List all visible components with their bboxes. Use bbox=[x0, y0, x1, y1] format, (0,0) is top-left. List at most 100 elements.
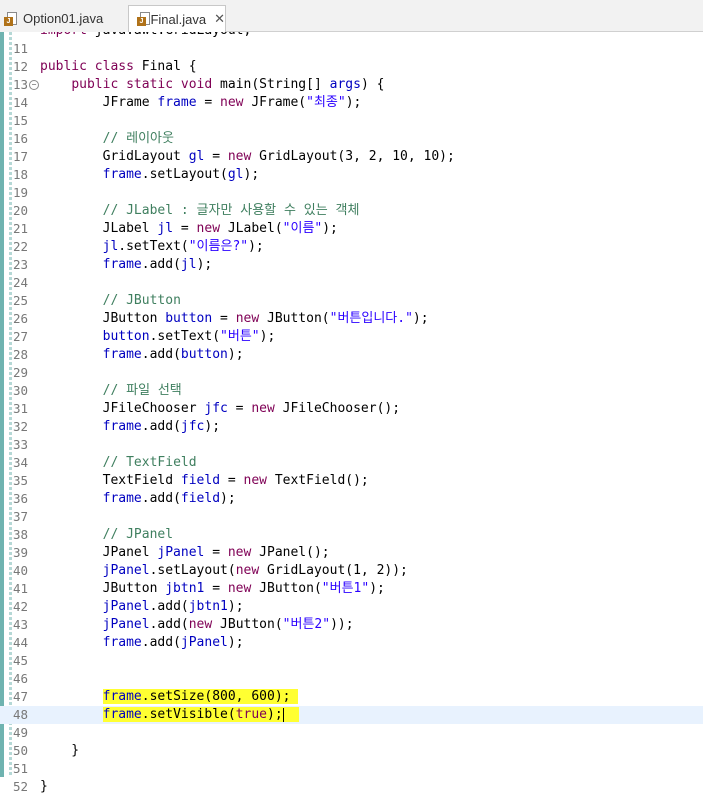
code-line[interactable]: 33 bbox=[0, 436, 703, 454]
code-line[interactable]: 36 frame.add(field); bbox=[0, 490, 703, 508]
line-number: 47 bbox=[13, 689, 29, 704]
code-line[interactable]: 39 JPanel jPanel = new JPanel(); bbox=[0, 544, 703, 562]
code-line[interactable]: 21 JLabel jl = new JLabel("이름"); bbox=[0, 220, 703, 238]
code-line[interactable]: 49 bbox=[0, 724, 703, 742]
line-number: 25 bbox=[13, 293, 29, 308]
code-line[interactable]: 41 JButton jbtn1 = new JButton("버튼1"); bbox=[0, 580, 703, 598]
code-line[interactable]: 27 button.setText("버튼"); bbox=[0, 328, 703, 346]
code-text: frame.add(button); bbox=[102, 347, 244, 362]
code-text: JButton jbtn1 = new JButton("버튼1"); bbox=[40, 581, 385, 596]
code-line[interactable]: 23 frame.add(jl); bbox=[0, 256, 703, 274]
line-number: 16 bbox=[13, 131, 29, 146]
code-text: jPanel.setLayout(new GridLayout(1, 2)); bbox=[102, 563, 408, 578]
tab-label: Option01.java bbox=[23, 11, 104, 26]
line-number: 50 bbox=[13, 743, 29, 758]
line-number: 19 bbox=[13, 185, 29, 200]
code-line[interactable]: 29 bbox=[0, 364, 703, 382]
code-line[interactable]: 24 bbox=[0, 274, 703, 292]
code-line[interactable]: 20 // JLabel : 글자만 사용할 수 있는 객체 bbox=[0, 202, 703, 220]
line-number: 39 bbox=[13, 545, 29, 560]
code-line[interactable]: 13− public static void main(String[] arg… bbox=[0, 76, 703, 94]
code-line[interactable]: 22 jl.setText("이름은?"); bbox=[0, 238, 703, 256]
code-text: // JPanel bbox=[102, 527, 174, 542]
code-line[interactable]: 38 // JPanel bbox=[0, 526, 703, 544]
code-line[interactable]: 40 jPanel.setLayout(new GridLayout(1, 2)… bbox=[0, 562, 703, 580]
line-number: 21 bbox=[13, 221, 29, 236]
line-number: 12 bbox=[13, 59, 29, 74]
code-line[interactable]: 35 TextField field = new TextField(); bbox=[0, 472, 703, 490]
code-text: JFrame frame = new JFrame("최종"); bbox=[40, 95, 362, 110]
code-text: frame.add(field); bbox=[102, 491, 236, 506]
line-number: 29 bbox=[13, 365, 29, 380]
code-text: frame.add(jl); bbox=[102, 257, 213, 272]
code-line[interactable]: 51 bbox=[0, 760, 703, 778]
tab-final-java[interactable]: J Final.java ✕ bbox=[128, 5, 226, 32]
code-text: JLabel jl = new JLabel("이름"); bbox=[40, 221, 338, 236]
tab-label: Final.java bbox=[150, 11, 207, 27]
line-number: 52 bbox=[13, 779, 29, 794]
line-number: 28 bbox=[13, 347, 29, 362]
code-editor[interactable]: import java.awt.GridLayout; 11 12 public cl… bbox=[0, 32, 703, 804]
line-number: 23 bbox=[13, 257, 29, 272]
code-text: // JLabel : 글자만 사용할 수 있는 객체 bbox=[102, 203, 360, 218]
line-number: 20 bbox=[13, 203, 29, 218]
code-text: JButton button = new JButton("버튼입니다."); bbox=[40, 311, 429, 326]
code-line[interactable]: 45 bbox=[0, 652, 703, 670]
code-text: JPanel jPanel = new JPanel(); bbox=[40, 545, 330, 560]
line-number: 42 bbox=[13, 599, 29, 614]
line-number: 36 bbox=[13, 491, 29, 506]
code-line[interactable]: 15 bbox=[0, 112, 703, 130]
code-line[interactable]: 50 } bbox=[0, 742, 703, 760]
code-line[interactable]: 44 frame.add(jPanel); bbox=[0, 634, 703, 652]
code-line[interactable]: 43 jPanel.add(new JButton("버튼2")); bbox=[0, 616, 703, 634]
code-line[interactable]: 18 frame.setLayout(gl); bbox=[0, 166, 703, 184]
code-line[interactable]: 46 bbox=[0, 670, 703, 688]
tab-option01-java[interactable]: J Option01.java bbox=[0, 5, 128, 32]
line-number: 46 bbox=[13, 671, 29, 686]
line-number: 51 bbox=[13, 761, 29, 776]
code-line[interactable]: 16 // 레이아웃 bbox=[0, 130, 703, 148]
code-text: frame.setLayout(gl); bbox=[102, 167, 260, 182]
code-text: jPanel.add(new JButton("버튼2")); bbox=[102, 617, 354, 632]
code-line[interactable]: 34 // TextField bbox=[0, 454, 703, 472]
code-line[interactable]: 26 JButton button = new JButton("버튼입니다."… bbox=[0, 310, 703, 328]
line-number: 44 bbox=[13, 635, 29, 650]
line-number: 15 bbox=[13, 113, 29, 128]
code-line[interactable]: 14 JFrame frame = new JFrame("최종"); bbox=[0, 94, 703, 112]
line-number: 37 bbox=[13, 509, 29, 524]
line-number: 30 bbox=[13, 383, 29, 398]
code-text: frame.setSize(800, 600); bbox=[40, 688, 299, 706]
code-text: // 레이아웃 bbox=[102, 131, 174, 146]
line-number: 11 bbox=[13, 41, 29, 56]
highlight-marker: frame.setVisible(true); bbox=[102, 707, 300, 722]
code-line[interactable]: 19 bbox=[0, 184, 703, 202]
line-number: 38 bbox=[13, 527, 29, 542]
line-number: 34 bbox=[13, 455, 29, 470]
code-line[interactable]: 31 JFileChooser jfc = new JFileChooser()… bbox=[0, 400, 703, 418]
code-text: // JButton bbox=[102, 293, 181, 308]
code-line[interactable]: 11 bbox=[0, 40, 703, 58]
line-number: 31 bbox=[13, 401, 29, 416]
code-line[interactable]: 32 frame.add(jfc); bbox=[0, 418, 703, 436]
code-text: public class Final { bbox=[40, 59, 197, 74]
code-line[interactable]: 28 frame.add(button); bbox=[0, 346, 703, 364]
code-line[interactable]: 30 // 파일 선택 bbox=[0, 382, 703, 400]
line-number: 14 bbox=[13, 95, 29, 110]
code-text: public static void main(String[] args) { bbox=[71, 77, 385, 92]
code-line[interactable]: 47 frame.setSize(800, 600); bbox=[0, 688, 703, 706]
code-line-partial: import java.awt.GridLayout; bbox=[0, 32, 703, 40]
line-number: 43 bbox=[13, 617, 29, 632]
close-icon[interactable]: ✕ bbox=[214, 11, 225, 27]
code-text: // TextField bbox=[102, 455, 197, 470]
code-line[interactable]: 17 GridLayout gl = new GridLayout(3, 2, … bbox=[0, 148, 703, 166]
code-line[interactable]: 25 // JButton bbox=[0, 292, 703, 310]
code-line[interactable]: 52} bbox=[0, 778, 703, 796]
code-line[interactable]: 48 frame.setVisible(true); bbox=[0, 706, 703, 724]
code-text: } bbox=[40, 743, 80, 758]
code-line[interactable]: 37 bbox=[0, 508, 703, 526]
editor-tab-bar: J Option01.java J Final.java ✕ bbox=[0, 0, 703, 32]
fold-collapse-icon[interactable]: − bbox=[29, 80, 39, 90]
code-line[interactable]: 12 public class Final { bbox=[0, 58, 703, 76]
code-line[interactable]: 42 jPanel.add(jbtn1); bbox=[0, 598, 703, 616]
code-text: import java.awt.GridLayout; bbox=[40, 32, 251, 40]
